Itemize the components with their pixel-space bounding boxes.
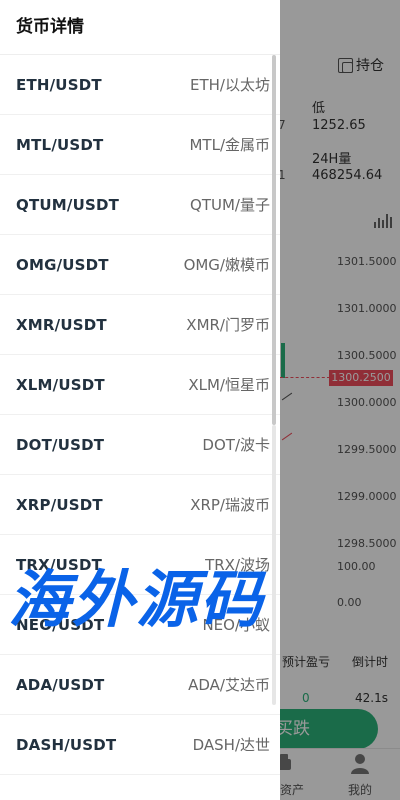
currency-pair: DOT/USDT [16, 435, 105, 454]
currency-row[interactable]: XLM/USDT XLM/恒星币 [0, 355, 280, 415]
currency-name: XMR/门罗币 [186, 316, 270, 334]
currency-name: ADA/艾达币 [188, 676, 270, 694]
currency-pair: QTUM/USDT [16, 195, 120, 214]
currency-row[interactable]: OMG/USDT OMG/嫩模币 [0, 235, 280, 295]
currency-pair: XMR/USDT [16, 315, 107, 334]
currency-name: XRP/瑞波币 [190, 496, 270, 514]
currency-pair: ADA/USDT [16, 675, 105, 694]
currency-name: DOT/波卡 [202, 436, 270, 454]
currency-name: XLM/恒星币 [188, 376, 270, 394]
scrollbar-thumb[interactable] [272, 55, 276, 425]
currency-pair: OMG/USDT [16, 255, 109, 274]
currency-row[interactable]: QTUM/USDT QTUM/量子 [0, 175, 280, 235]
currency-name: DASH/达世 [192, 736, 270, 754]
currency-pair: XRP/USDT [16, 495, 103, 514]
currency-list: ETH/USDT ETH/以太坊 MTL/USDT MTL/金属币 QTUM/USD… [0, 55, 280, 775]
currency-pair: DASH/USDT [16, 735, 117, 754]
currency-row[interactable]: XMR/USDT XMR/门罗币 [0, 295, 280, 355]
currency-pair: ETH/USDT [16, 75, 102, 94]
currency-pair: XLM/USDT [16, 375, 105, 394]
drawer-title: 货币详情 [0, 0, 280, 55]
currency-name: MTL/金属币 [189, 136, 270, 154]
currency-row[interactable]: DOT/USDT DOT/波卡 [0, 415, 280, 475]
currency-row[interactable]: ADA/USDT ADA/艾达币 [0, 655, 280, 715]
currency-pair: MTL/USDT [16, 135, 104, 154]
currency-name: OMG/嫩模币 [183, 256, 270, 274]
currency-detail-drawer: 货币详情 ETH/USDT ETH/以太坊 MTL/USDT MTL/金属币 QTU… [0, 0, 280, 800]
currency-row[interactable]: MTL/USDT MTL/金属币 [0, 115, 280, 175]
currency-row[interactable]: XRP/USDT XRP/瑞波币 [0, 475, 280, 535]
currency-row[interactable]: DASH/USDT DASH/达世 [0, 715, 280, 775]
currency-name: ETH/以太坊 [190, 76, 270, 94]
watermark-text: 海外源码 [8, 563, 265, 636]
currency-name: QTUM/量子 [190, 196, 270, 214]
currency-row[interactable]: ETH/USDT ETH/以太坊 [0, 55, 280, 115]
